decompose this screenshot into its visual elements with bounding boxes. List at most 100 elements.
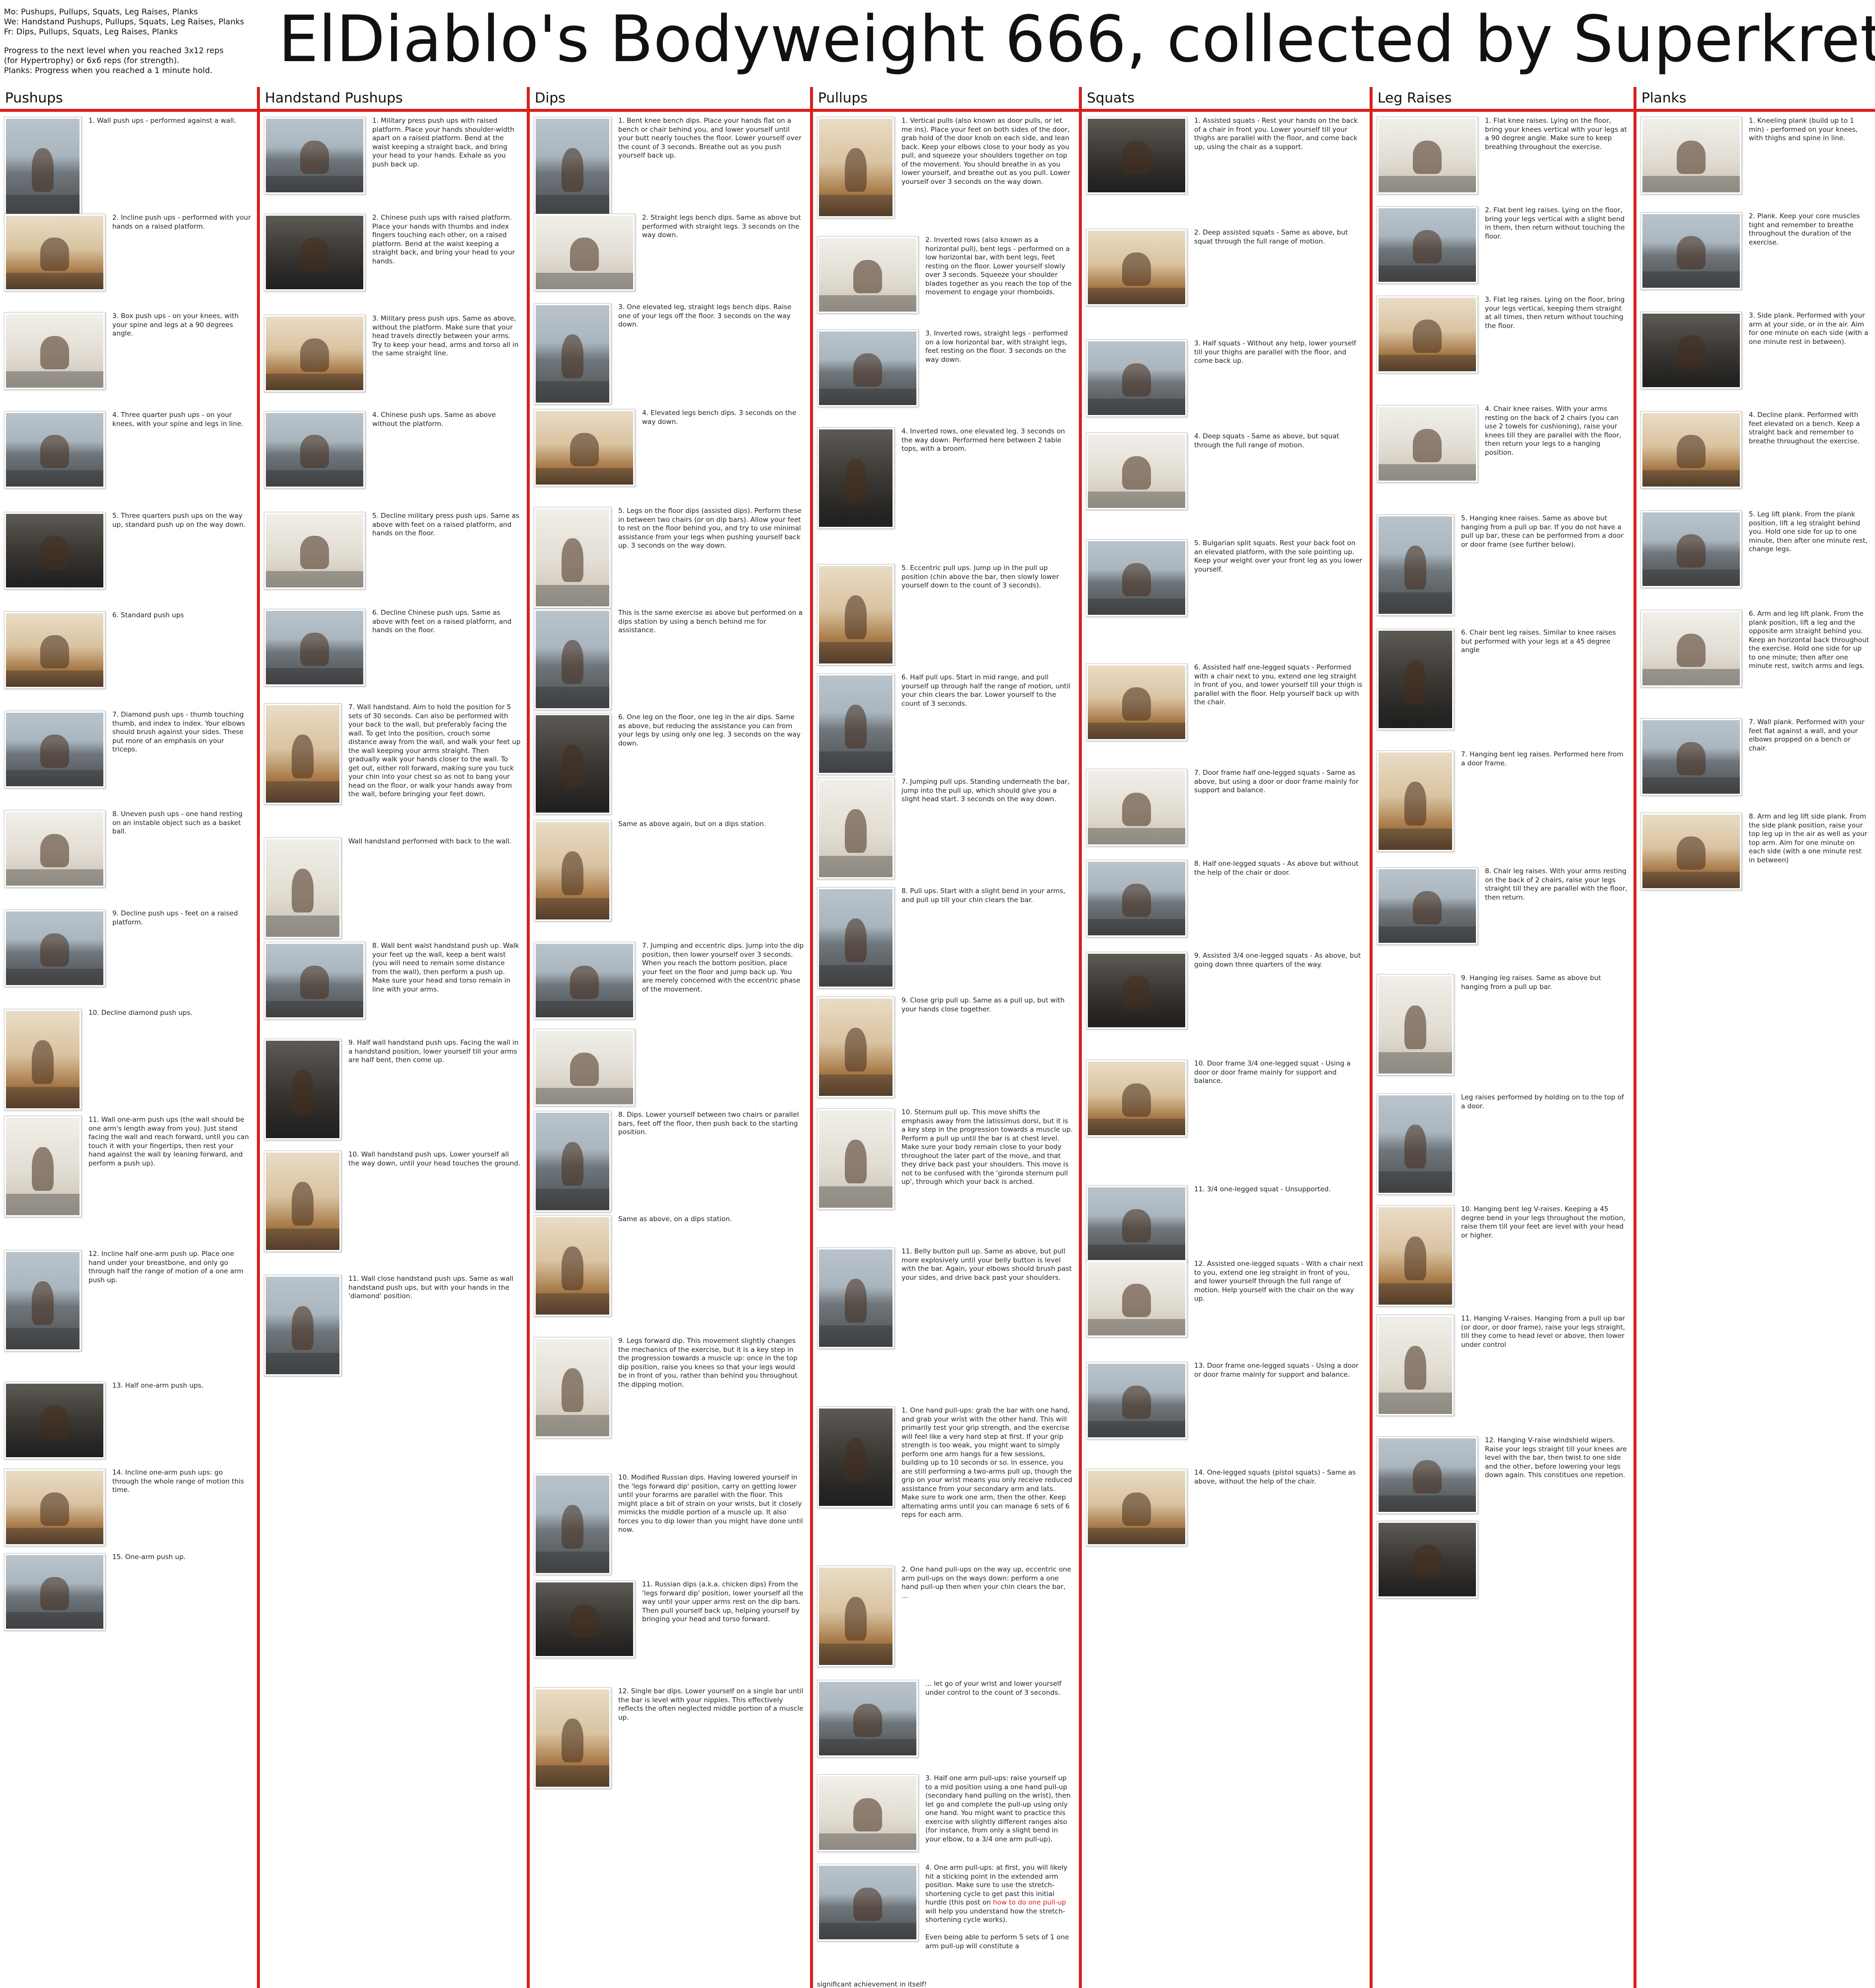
photo-ground (819, 295, 916, 312)
photo-ground (536, 686, 609, 708)
photo-ground (266, 781, 339, 803)
column-pullups: Pullups 1. Vertical pulls (also known as … (810, 87, 1079, 1988)
photo-person (40, 1406, 70, 1439)
photo-person (1122, 363, 1151, 397)
photo-person (1404, 660, 1427, 704)
exercise-photo-frame (817, 887, 895, 989)
photo-person (300, 338, 329, 372)
exercise-photo (819, 1776, 916, 1850)
photo-ground (536, 194, 609, 216)
exercise-photo-frame (4, 1469, 105, 1546)
photo-ground (266, 273, 363, 289)
exercise-description: 11. 3/4 one-legged squat - Unsupported. (1194, 1185, 1331, 1193)
photo-ground (6, 371, 103, 388)
exercise-photo-frame (4, 1250, 82, 1351)
exercise-description: 9. Half wall handstand push ups. Facing … (348, 1039, 519, 1064)
exercise-description: 4. Elevated legs bench dips. 3 seconds o… (642, 409, 797, 426)
photo-ground (6, 571, 103, 587)
photo-person (844, 1027, 867, 1072)
exercise-photo (1088, 1471, 1185, 1544)
exercise-description: 8. Uneven push ups - one hand resting on… (112, 810, 243, 835)
exercise-photo-frame (1377, 1093, 1454, 1195)
photo-ground (1379, 1580, 1476, 1596)
exercise-description: 7. Jumping pull ups. Standing underneath… (901, 778, 1070, 803)
exercise-photo-frame (4, 1553, 105, 1631)
exercise-photo (6, 1384, 103, 1457)
one-pull-up-link[interactable]: how to do one pull-up (993, 1899, 1066, 1906)
column-header: Pushups (0, 87, 257, 112)
exercise-photo-frame (817, 1680, 918, 1757)
exercise-photo (1088, 341, 1185, 415)
exercise-item: 12. Assisted one-legged squats - With a … (1082, 1260, 1370, 1337)
exercise-item: 10. Decline diamond push ups. (0, 1009, 257, 1110)
exercise-description: 1. Military press push ups with raised p… (372, 117, 514, 168)
exercise-photo (1088, 665, 1185, 739)
exercise-description: 12. Hanging V-raise windshield wipers. R… (1485, 1436, 1627, 1479)
exercise-description: 3. Half squats - Without any help, lower… (1194, 339, 1356, 365)
exercise-photo-frame (264, 315, 365, 392)
photo-ground (1379, 1283, 1452, 1305)
exercise-description: 1. Vertical pulls (also known as door pu… (901, 117, 1070, 186)
photo-ground (819, 642, 893, 663)
exercise-item: 5. Bulgarian split squats. Rest your bac… (1082, 539, 1370, 617)
exercise-photo-frame (534, 1029, 635, 1106)
exercise-photo-frame (1377, 629, 1454, 730)
exercise-description: 5. Hanging knee raises. Same as above bu… (1461, 514, 1624, 549)
exercise-description: 1. Bent knee bench dips. Place your hand… (618, 117, 802, 160)
exercise-description: 3. Military press push ups. Same as abov… (372, 315, 519, 357)
photo-ground (1379, 1392, 1452, 1414)
exercise-description: 11. Russian dips (a.k.a. chicken dips) F… (642, 1580, 804, 1623)
column-dips: Dips 1. Bent knee bench dips. Place your … (527, 87, 810, 1988)
exercise-description: 5. Three quarters push ups on the way up… (112, 512, 246, 529)
exercise-item: 8. Uneven push ups - one hand resting on… (0, 810, 257, 888)
exercise-photo (536, 1031, 633, 1104)
exercise-photo (536, 216, 633, 289)
photo-person (300, 141, 329, 174)
exercise-description: 11. Wall close handstand push ups. Same … (348, 1275, 514, 1300)
exercise-description: 9. Close grip pull up. Same as a pull up… (901, 996, 1065, 1013)
exercise-photo-frame (1377, 1205, 1454, 1307)
exercise-photo (536, 119, 609, 216)
photo-person (1404, 1236, 1427, 1280)
exercise-photo-frame (1640, 117, 1742, 194)
exercise-photo (1379, 1207, 1452, 1305)
exercise-photo (6, 314, 103, 388)
exercise-photo-frame (534, 1111, 611, 1212)
exercise-photo (819, 1249, 893, 1347)
exercise-item: 1. Assisted squats - Rest your hands on … (1082, 117, 1370, 194)
photo-person (570, 238, 599, 271)
exercise-photo-frame (534, 609, 611, 710)
exercise-photo-frame (817, 996, 895, 1098)
photo-person (844, 1139, 867, 1183)
photo-ground (1642, 470, 1740, 487)
exercise-photo (1642, 413, 1740, 487)
exercise-description: 9. Hanging leg raises. Same as above but… (1461, 974, 1601, 991)
exercise-photo (819, 1110, 893, 1208)
exercise-item: 8. Arm and leg lift side plank. From the… (1636, 813, 1875, 890)
exercise-photo (266, 119, 363, 192)
exercise-item: 1. One hand pull-ups: grab the bar with … (813, 1407, 1079, 1520)
photo-person (40, 435, 70, 468)
exercise-photo-frame (4, 711, 105, 788)
photo-person (561, 640, 584, 684)
photo-person (1676, 435, 1706, 468)
exercise-photo-frame (817, 673, 895, 775)
exercise-photo-frame (1086, 117, 1187, 194)
exercise-photo (1642, 720, 1740, 794)
exercise-photo (1379, 298, 1476, 371)
photo-person (31, 1147, 54, 1191)
photo-person (561, 1504, 584, 1549)
exercise-photo (536, 411, 633, 485)
exercise-description: 6. One leg on the floor, one leg in the … (618, 713, 801, 747)
exercise-photo-frame (1640, 718, 1742, 796)
photo-person (570, 1053, 599, 1086)
exercise-photo (536, 305, 609, 403)
exercise-photo (266, 1277, 339, 1374)
column-squats: Squats 1. Assisted squats - Rest your han… (1079, 87, 1370, 1988)
photo-ground (536, 791, 609, 813)
exercise-item: 4. Decline plank. Performed with feet el… (1636, 411, 1875, 489)
exercise-description: 11. Wall one-arm push ups (the wall shou… (88, 1116, 249, 1167)
exercise-photo (1379, 1523, 1476, 1596)
exercise-photo-frame (4, 117, 82, 218)
photo-ground (6, 1086, 80, 1108)
